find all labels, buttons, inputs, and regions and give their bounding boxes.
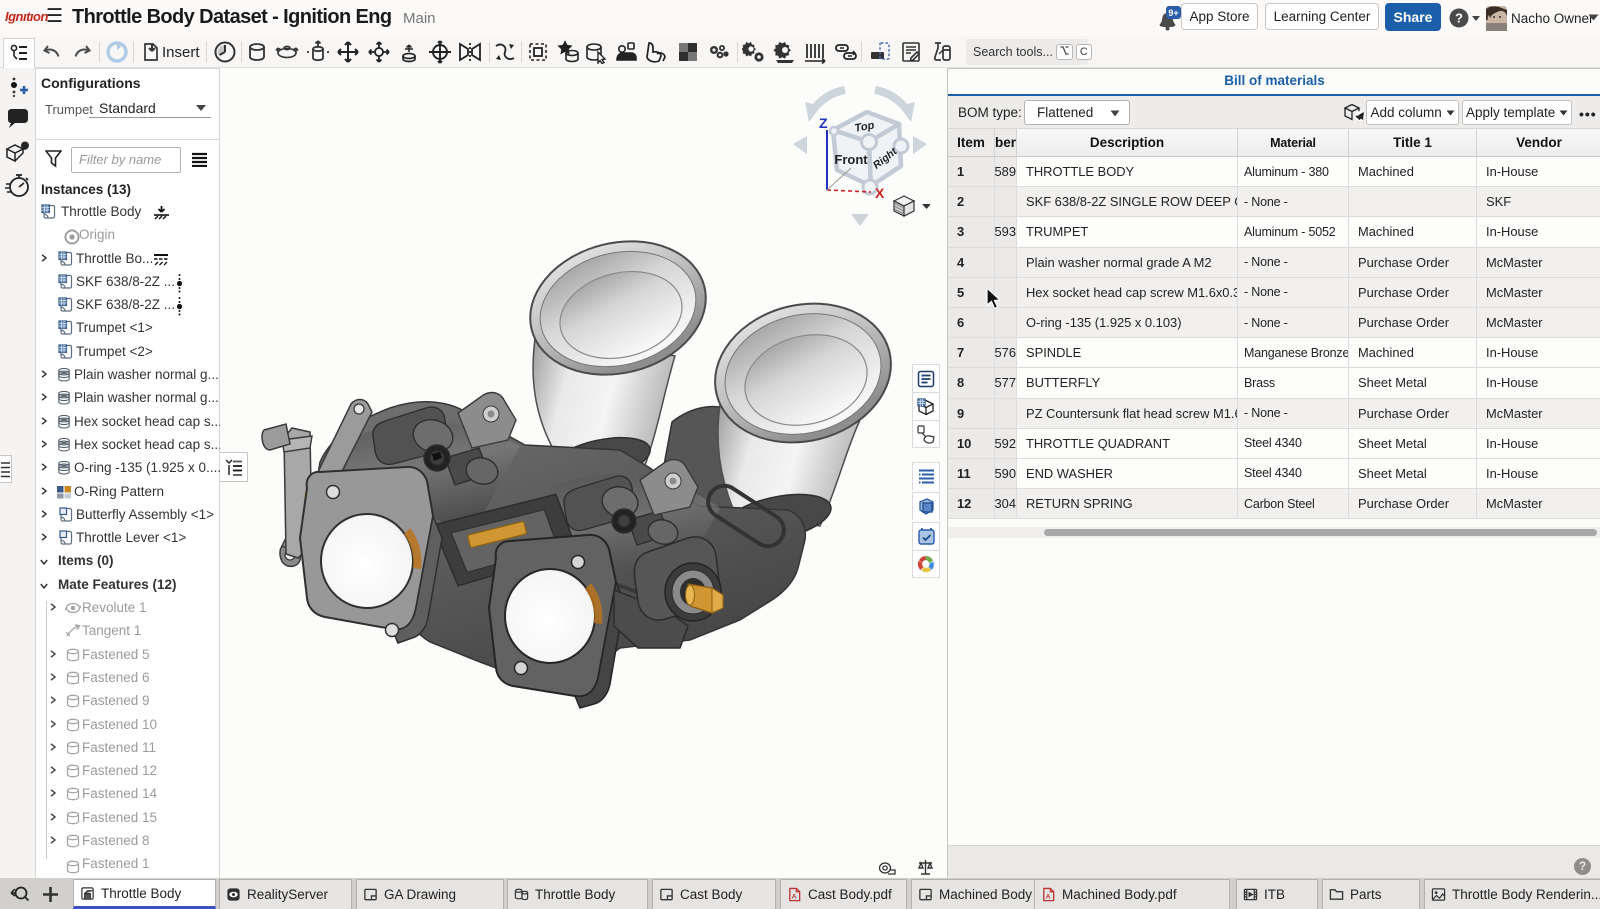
svg-text:X: X	[875, 185, 885, 201]
svg-text:?: ?	[1455, 11, 1463, 26]
svg-text:A: A	[792, 893, 797, 900]
svg-text:?: ?	[23, 142, 28, 151]
svg-text:Front: Front	[834, 152, 868, 167]
svg-text:9+: 9+	[1168, 8, 1178, 18]
svg-text:Z: Z	[819, 115, 828, 131]
svg-text:A: A	[1046, 893, 1051, 900]
